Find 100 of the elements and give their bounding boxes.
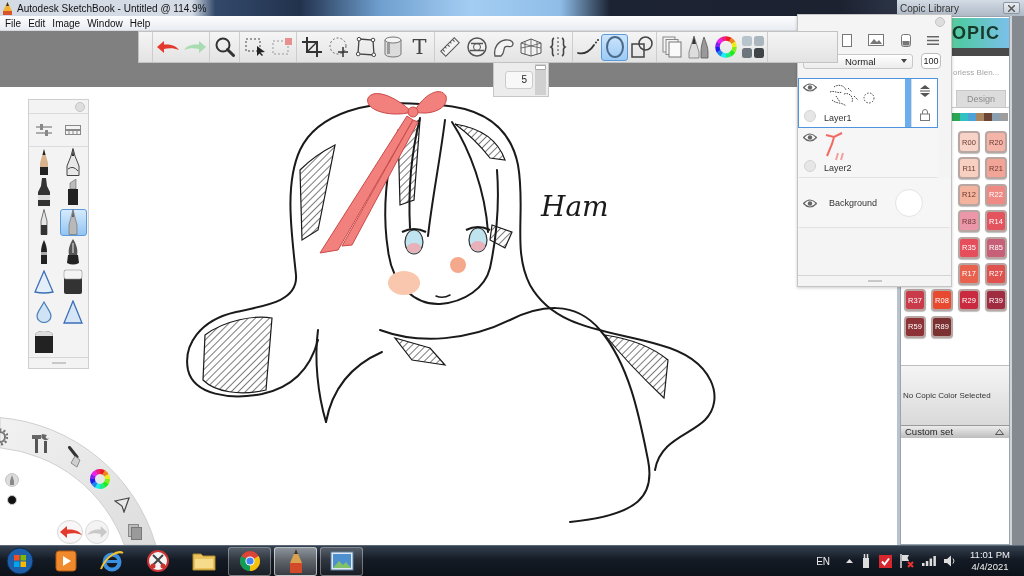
color-button[interactable] xyxy=(712,33,739,61)
circle-logo-icon xyxy=(238,550,261,572)
color-family-swatch[interactable] xyxy=(976,113,984,121)
brush-dot-icon[interactable] xyxy=(7,495,17,505)
up-down-arrows-icon[interactable] xyxy=(918,85,931,97)
power-plug-icon[interactable] xyxy=(861,554,872,568)
eraser-block-icon xyxy=(63,269,83,295)
start-orb-icon xyxy=(6,547,34,575)
eye-icon[interactable] xyxy=(803,83,817,92)
sliders-icon[interactable] xyxy=(35,124,52,136)
background-color-swatch[interactable] xyxy=(895,189,923,217)
pencil-logo-icon xyxy=(3,1,12,15)
menu-item[interactable]: Help xyxy=(126,17,154,29)
circle-guide-icon xyxy=(466,37,487,57)
color-wheel-icon[interactable] xyxy=(90,469,110,489)
color-family-swatch[interactable] xyxy=(960,113,968,121)
tools-icon[interactable] xyxy=(32,433,50,453)
menu-item[interactable]: Image xyxy=(49,17,84,29)
close-button[interactable] xyxy=(1003,2,1020,14)
paint-bucket-icon xyxy=(383,36,402,58)
undo-icon[interactable] xyxy=(57,520,83,544)
cursor-arrow-icon[interactable] xyxy=(114,497,130,513)
handwritten-text: Ham xyxy=(541,193,609,221)
perspective-grid-icon xyxy=(519,37,542,57)
flag-icon[interactable] xyxy=(900,554,915,568)
clock-time[interactable]: 11:01 PM xyxy=(970,549,1010,561)
folder-icon xyxy=(191,551,216,571)
taskbar-button[interactable] xyxy=(320,546,363,576)
color-family-swatch[interactable] xyxy=(992,113,1000,121)
chevron-up-icon[interactable] xyxy=(846,559,854,563)
paintbrush-icon[interactable] xyxy=(67,446,83,468)
blank-page-icon[interactable] xyxy=(842,33,852,47)
clock-date[interactable]: 4/4/2021 xyxy=(971,561,1009,573)
triangle-icon xyxy=(34,270,54,294)
status-text: No Copic Color Selected xyxy=(903,390,991,400)
chisel-marker-icon xyxy=(67,179,79,205)
stacked-pages-icon xyxy=(661,36,682,58)
opacity-field[interactable]: 100 xyxy=(921,53,941,69)
window-title: Autodesk SketchBook - Untitled @ 114.9% xyxy=(17,2,207,14)
drag-handle[interactable] xyxy=(867,280,882,282)
dotted-circle-move-icon xyxy=(328,37,349,57)
lock-icon[interactable] xyxy=(919,109,930,121)
language-indicator[interactable]: EN xyxy=(816,555,831,567)
settings-icon[interactable] xyxy=(0,428,8,446)
menu-item[interactable]: Edit xyxy=(25,17,49,29)
menu-icon[interactable] xyxy=(927,35,939,45)
brush-size-field[interactable]: 5 xyxy=(505,70,533,89)
signal-bars-icon[interactable] xyxy=(922,556,937,566)
close-icon xyxy=(1008,4,1015,12)
curved-arrow-icon xyxy=(183,41,206,53)
color-family-swatch[interactable] xyxy=(1000,113,1008,121)
tablet-icon[interactable] xyxy=(900,33,911,47)
curve-stroke-icon xyxy=(576,39,599,55)
menu-item[interactable]: Window xyxy=(84,17,126,29)
picture-frame-icon xyxy=(329,551,354,571)
speaker-icon[interactable] xyxy=(944,555,957,567)
layer-name: Layer1 xyxy=(824,113,852,123)
block-brush-icon xyxy=(34,330,54,354)
color-family-swatch[interactable] xyxy=(968,113,976,121)
drag-handle[interactable] xyxy=(51,362,66,364)
image-icon[interactable] xyxy=(868,34,885,46)
check-badge-icon[interactable] xyxy=(879,554,893,568)
scissors-icon xyxy=(146,550,169,572)
collapse-triangle-icon xyxy=(995,428,1004,435)
dashed-rectangle-icon xyxy=(271,38,292,56)
pencil-icon xyxy=(288,549,303,573)
layer-name: Layer2 xyxy=(824,163,852,173)
taskbar-button[interactable] xyxy=(228,546,271,576)
slider-thumb[interactable] xyxy=(535,65,546,71)
brushes-button[interactable] xyxy=(685,33,712,61)
text-tool-button[interactable]: T xyxy=(406,33,433,61)
color-swatches-icon xyxy=(741,36,764,58)
slider-track[interactable] xyxy=(535,64,546,95)
crop-icon xyxy=(301,37,322,57)
taskbar-button[interactable] xyxy=(274,546,317,576)
color-family-swatch[interactable] xyxy=(952,113,960,121)
layer-row[interactable]: Background xyxy=(798,178,950,228)
layer-row[interactable]: Layer1 xyxy=(798,78,938,128)
marker-icon xyxy=(36,178,52,206)
color-family-swatch[interactable] xyxy=(984,113,992,121)
layer-name: Background xyxy=(829,198,878,208)
brush-library-icon[interactable] xyxy=(65,125,82,135)
layer-row[interactable]: Layer2 xyxy=(798,128,938,178)
french-curve-icon xyxy=(492,37,515,57)
copic-button[interactable] xyxy=(739,33,766,61)
ellipse-icon xyxy=(605,36,624,58)
eye-icon[interactable] xyxy=(803,133,817,142)
ellipse-tool-button[interactable] xyxy=(601,33,628,61)
curved-arrow-icon xyxy=(156,41,179,53)
shapes-button[interactable] xyxy=(628,33,655,61)
search-icon xyxy=(214,37,235,57)
start-button[interactable] xyxy=(4,546,36,576)
e-logo-icon xyxy=(99,550,124,572)
water-drop-icon xyxy=(36,301,52,323)
menu-item[interactable]: File xyxy=(2,17,25,29)
eye-icon[interactable] xyxy=(803,198,817,208)
stacked-pages-icon[interactable] xyxy=(128,524,142,540)
selection-bar xyxy=(905,79,911,127)
pencil-icon xyxy=(38,149,50,175)
airbrush-icon xyxy=(67,209,79,235)
